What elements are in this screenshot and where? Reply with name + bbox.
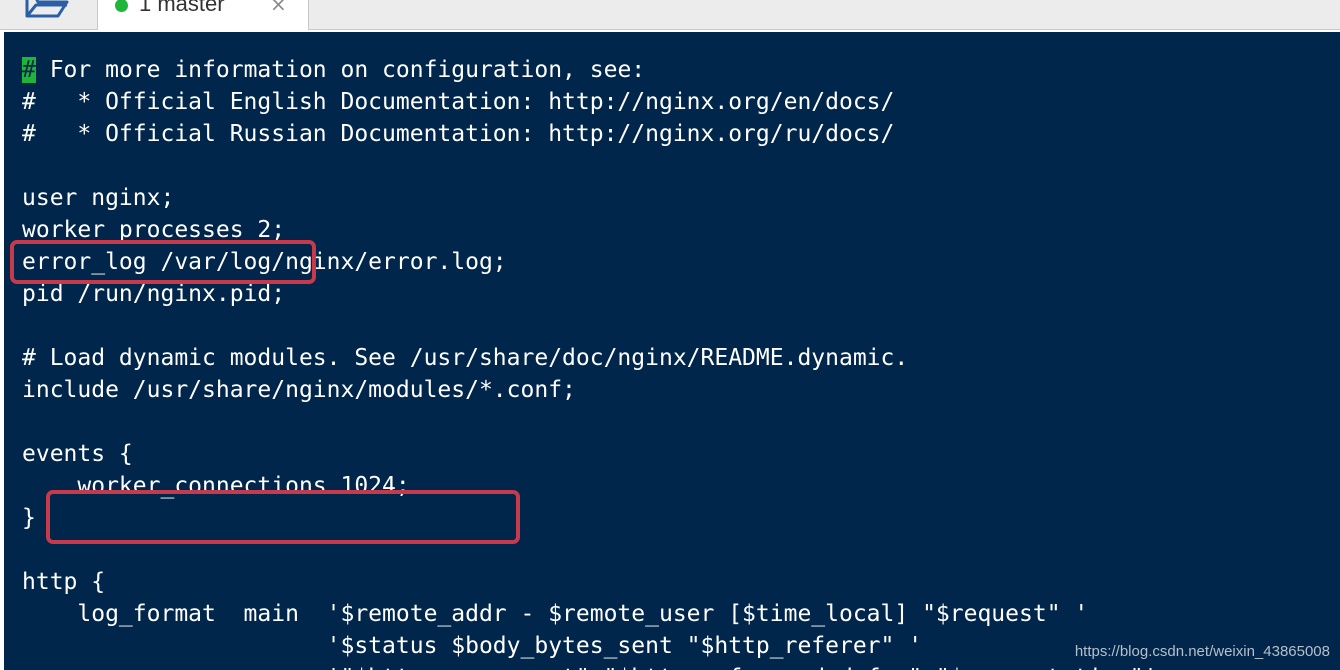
terminal-line: # Load dynamic modules. See /usr/share/d… bbox=[22, 342, 1157, 374]
tab-master[interactable]: 1 master × bbox=[97, 0, 309, 30]
terminal-line: # * Official English Documentation: http… bbox=[22, 86, 1157, 118]
terminal-line-text: '$status $body_bytes_sent "$http_referer… bbox=[22, 633, 923, 659]
terminal-line-text: user nginx; bbox=[22, 185, 175, 211]
terminal-line: include /usr/share/nginx/modules/*.conf; bbox=[22, 374, 1157, 406]
connection-status-dot bbox=[115, 0, 128, 12]
folder-open-icon[interactable] bbox=[22, 0, 76, 22]
terminal-line-text: # * Official Russian Documentation: http… bbox=[22, 121, 895, 147]
terminal-line-text: include /usr/share/nginx/modules/*.conf; bbox=[22, 377, 576, 403]
terminal-line-text: pid /run/nginx.pid; bbox=[22, 281, 286, 307]
terminal-line: events { bbox=[22, 438, 1157, 470]
terminal-line: http { bbox=[22, 566, 1157, 598]
terminal-line-text: http { bbox=[22, 569, 106, 595]
terminal-line-text: For more information on configuration, s… bbox=[35, 57, 646, 83]
terminal-cursor: # bbox=[22, 57, 36, 83]
watermark: https://blog.csdn.net/weixin_43865008 bbox=[1074, 643, 1330, 660]
terminal-line: log_format main '$remote_addr - $remote_… bbox=[22, 598, 1157, 630]
terminal-line-text: } bbox=[22, 505, 36, 531]
terminal-line: # For more information on configuration,… bbox=[22, 54, 1157, 86]
terminal-line-text: '"$http_user_agent" "$http_x_forwarded_f… bbox=[22, 665, 1158, 670]
terminal-line: user nginx; bbox=[22, 182, 1157, 214]
terminal-output: # For more information on configuration,… bbox=[22, 54, 1157, 670]
terminal-line: '$status $body_bytes_sent "$http_referer… bbox=[22, 630, 1157, 662]
tab-label: 1 master bbox=[139, 0, 225, 16]
highlight-worker-processes bbox=[10, 240, 316, 284]
terminal-window[interactable]: # For more information on configuration,… bbox=[4, 32, 1340, 670]
terminal-line-text: # * Official English Documentation: http… bbox=[22, 89, 895, 115]
terminal-line: # * Official Russian Documentation: http… bbox=[22, 118, 1157, 150]
terminal-line-text: # Load dynamic modules. See /usr/share/d… bbox=[22, 345, 909, 371]
tab-bar: 1 master × bbox=[0, 0, 1340, 30]
terminal-line: '"$http_user_agent" "$http_x_forwarded_f… bbox=[22, 662, 1158, 670]
terminal-line-text: events { bbox=[22, 441, 133, 467]
terminal-line-text: log_format main '$remote_addr - $remote_… bbox=[22, 601, 1089, 627]
highlight-worker-connections bbox=[46, 490, 520, 544]
close-icon[interactable]: × bbox=[270, 0, 287, 16]
